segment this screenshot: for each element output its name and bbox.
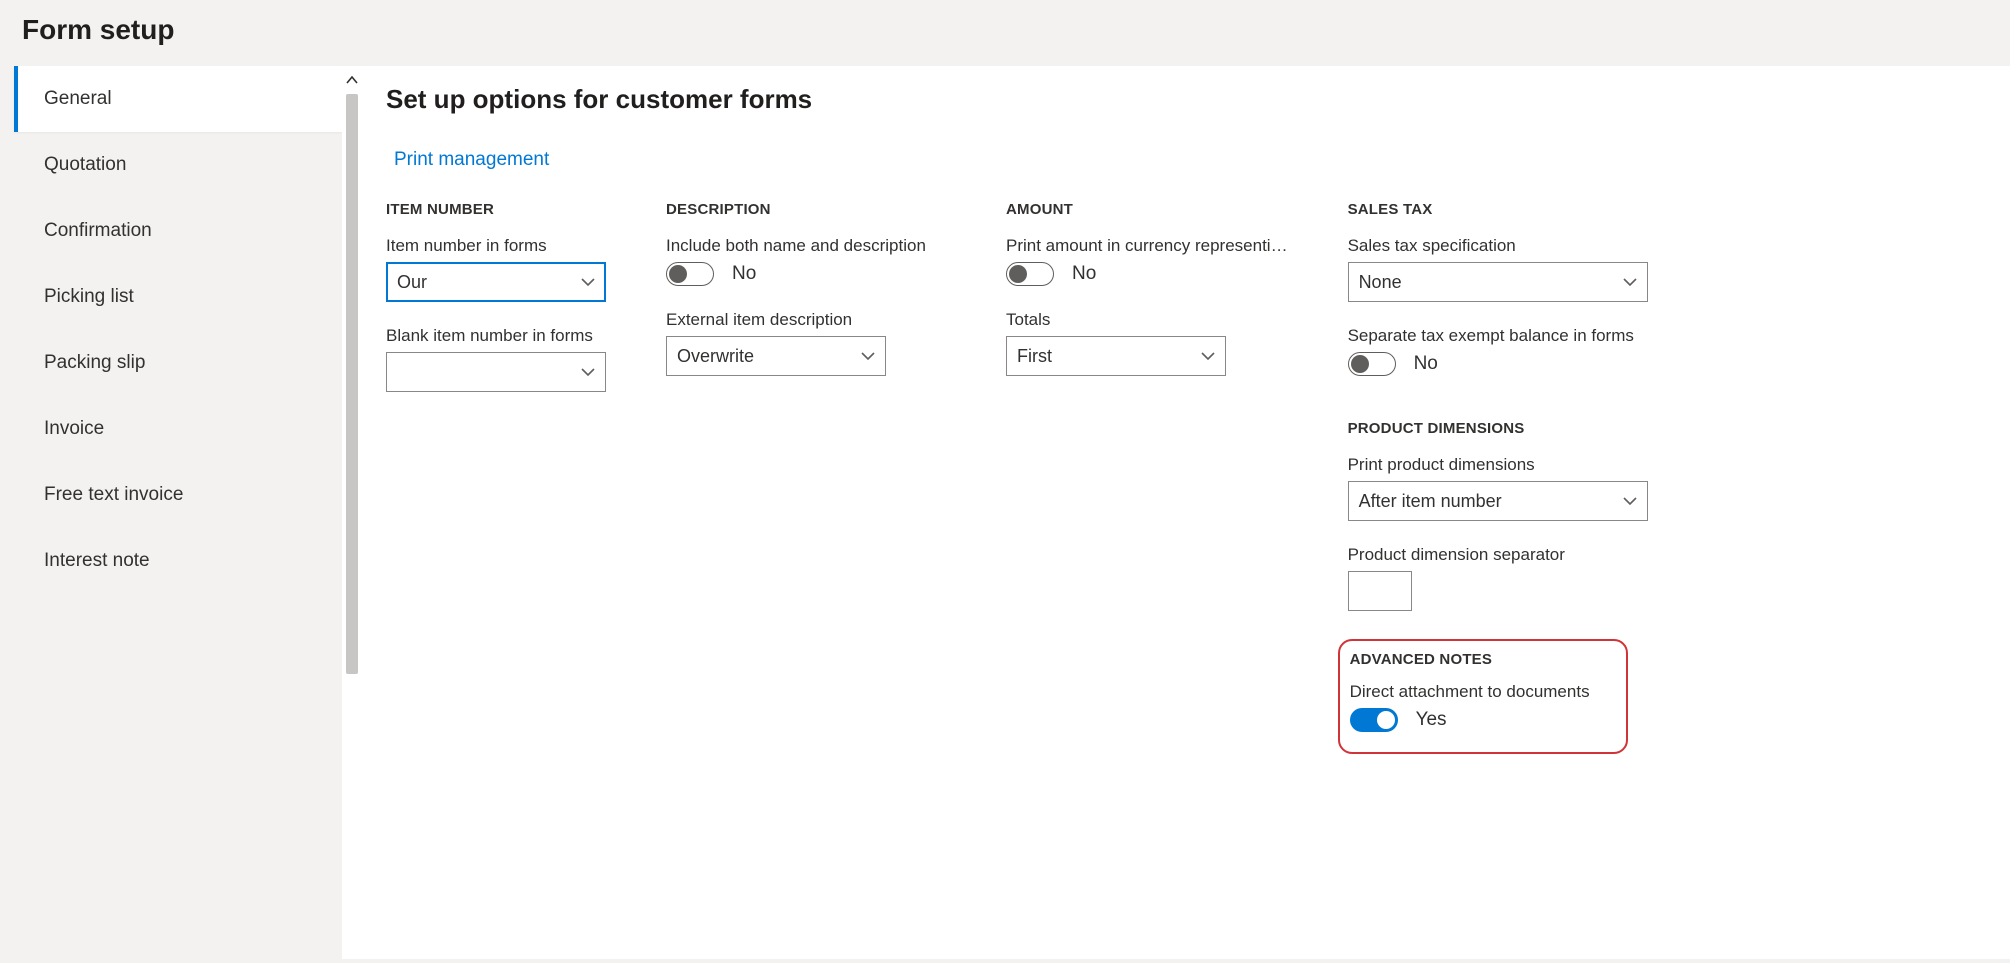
- column-description: DESCRIPTION Include both name and descri…: [666, 201, 946, 400]
- highlight-advanced-notes: ADVANCED NOTES Direct attachment to docu…: [1338, 639, 1628, 754]
- section-head-product-dimensions: PRODUCT DIMENSIONS: [1348, 420, 1648, 437]
- sidebar-item-picking-list[interactable]: Picking list: [14, 264, 342, 330]
- select-value: Our: [387, 272, 571, 293]
- scroll-up-icon[interactable]: [346, 66, 358, 94]
- layout: General Quotation Confirmation Picking l…: [0, 66, 2010, 959]
- toggle-include-both[interactable]: [666, 262, 714, 286]
- chevron-down-icon: [851, 351, 885, 361]
- select-value: First: [1007, 346, 1191, 367]
- main-title: Set up options for customer forms: [386, 84, 1980, 115]
- label-include-both: Include both name and description: [666, 236, 946, 256]
- chevron-down-icon: [571, 277, 605, 287]
- label-totals: Totals: [1006, 310, 1288, 330]
- label-item-number-in-forms: Item number in forms: [386, 236, 606, 256]
- toggle-value: Yes: [1416, 709, 1447, 731]
- sidebar-item-quotation[interactable]: Quotation: [14, 132, 342, 198]
- section-head-item-number: ITEM NUMBER: [386, 201, 606, 218]
- section-head-amount: AMOUNT: [1006, 201, 1288, 218]
- sidebar-scrollbar[interactable]: [342, 66, 362, 959]
- toggle-direct-attachment[interactable]: [1350, 708, 1398, 732]
- sidebar-item-packing-slip[interactable]: Packing slip: [14, 330, 342, 396]
- section-head-sales-tax: SALES TAX: [1348, 201, 1648, 218]
- toggle-value: No: [732, 263, 756, 285]
- select-blank-item-number[interactable]: [386, 352, 606, 392]
- toggle-value: No: [1072, 263, 1096, 285]
- select-value: After item number: [1349, 491, 1613, 512]
- select-sales-tax-specification[interactable]: None: [1348, 262, 1648, 302]
- section-head-advanced-notes: ADVANCED NOTES: [1350, 651, 1612, 668]
- label-direct-attachment: Direct attachment to documents: [1350, 682, 1612, 702]
- chevron-down-icon: [1613, 496, 1647, 506]
- column-right: SALES TAX Sales tax specification None S…: [1348, 201, 1648, 754]
- main-content: Set up options for customer forms Print …: [362, 66, 2010, 959]
- label-blank-item-number: Blank item number in forms: [386, 326, 606, 346]
- scrollbar-thumb[interactable]: [346, 94, 358, 674]
- sidebar: General Quotation Confirmation Picking l…: [0, 66, 342, 959]
- chevron-down-icon: [571, 367, 605, 377]
- label-external-item-description: External item description: [666, 310, 946, 330]
- label-separate-tax-exempt: Separate tax exempt balance in forms: [1348, 326, 1648, 346]
- label-product-dimension-separator: Product dimension separator: [1348, 545, 1648, 565]
- sidebar-item-invoice[interactable]: Invoice: [14, 396, 342, 462]
- toggle-print-amount[interactable]: [1006, 262, 1054, 286]
- select-totals[interactable]: First: [1006, 336, 1226, 376]
- column-item-number: ITEM NUMBER Item number in forms Our Bla…: [386, 201, 606, 416]
- chevron-down-icon: [1613, 277, 1647, 287]
- section-head-description: DESCRIPTION: [666, 201, 946, 218]
- sidebar-item-interest-note[interactable]: Interest note: [14, 528, 342, 594]
- chevron-down-icon: [1191, 351, 1225, 361]
- toggle-value: No: [1414, 353, 1438, 375]
- page-title: Form setup: [0, 0, 2010, 66]
- sidebar-item-free-text-invoice[interactable]: Free text invoice: [14, 462, 342, 528]
- select-value: Overwrite: [667, 346, 851, 367]
- label-print-product-dimensions: Print product dimensions: [1348, 455, 1648, 475]
- sidebar-item-general[interactable]: General: [14, 66, 342, 132]
- sidebar-item-confirmation[interactable]: Confirmation: [14, 198, 342, 264]
- select-value: None: [1349, 272, 1613, 293]
- select-external-item-description[interactable]: Overwrite: [666, 336, 886, 376]
- select-print-product-dimensions[interactable]: After item number: [1348, 481, 1648, 521]
- label-sales-tax-specification: Sales tax specification: [1348, 236, 1648, 256]
- input-product-dimension-separator[interactable]: [1348, 571, 1412, 611]
- toggle-separate-tax-exempt[interactable]: [1348, 352, 1396, 376]
- column-amount: AMOUNT Print amount in currency represen…: [1006, 201, 1288, 400]
- select-item-number-in-forms[interactable]: Our: [386, 262, 606, 302]
- print-management-link[interactable]: Print management: [394, 149, 549, 171]
- label-print-amount: Print amount in currency representi…: [1006, 236, 1288, 256]
